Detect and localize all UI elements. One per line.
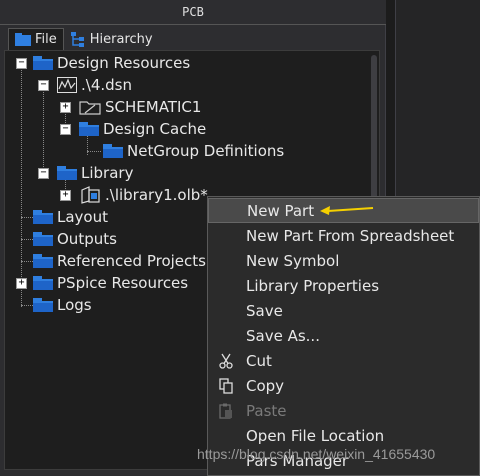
tree-item-design-resources[interactable]: Design Resources [33,52,190,74]
expand-toggle[interactable]: + [16,278,27,289]
design-file-icon [57,77,77,93]
expand-toggle[interactable]: + [60,102,71,113]
panel-tabs: File Hierarchy [8,28,159,50]
folder-icon [33,254,53,268]
title-divider [0,24,386,25]
tab-hierarchy[interactable]: Hierarchy [64,28,159,50]
tree-item-library[interactable]: Library [57,162,133,184]
collapse-toggle[interactable]: − [38,168,49,179]
collapse-toggle[interactable]: − [60,124,71,135]
context-menu: New Part New Part From Spreadsheet New S… [207,196,480,476]
menu-item-paste: Paste [208,398,479,423]
expand-toggle[interactable]: + [60,190,71,201]
library-file-icon [81,186,100,204]
tree-item-design-cache[interactable]: Design Cache [79,118,206,140]
menu-item-library-properties[interactable]: Library Properties [208,273,479,298]
menu-item-copy[interactable]: Copy [208,373,479,398]
watermark: https://blog.csdn.net/weixin_41655430 [197,446,436,462]
menu-item-new-symbol[interactable]: New Symbol [208,248,479,273]
tree-item-dsn[interactable]: .\4.dsn [57,74,132,96]
folder-icon [33,298,53,312]
menu-item-save[interactable]: Save [208,298,479,323]
tree-item-schematic[interactable]: SCHEMATIC1 [79,96,201,118]
panel-title: PCB [0,0,386,24]
schematic-folder-icon [79,101,101,115]
folder-icon [103,144,123,158]
scissors-icon [219,353,233,369]
folder-icon [15,33,31,46]
tree-item-referenced-projects[interactable]: Referenced Projects [33,250,206,272]
folder-icon [57,166,77,180]
tree-item-outputs[interactable]: Outputs [33,228,117,250]
folder-icon [33,210,53,224]
tree-item-layout[interactable]: Layout [33,206,108,228]
folder-icon [33,56,53,70]
annotation-arrow-icon [320,206,374,215]
tree-item-pspice-resources[interactable]: PSpice Resources [33,272,188,294]
menu-item-open-file-location[interactable]: Open File Location [208,423,479,448]
tree-item-logs[interactable]: Logs [33,294,92,316]
copy-icon [219,377,233,394]
tree-item-netgroup[interactable]: NetGroup Definitions [103,140,284,162]
tab-file[interactable]: File [8,28,64,50]
tree-item-library-olb[interactable]: .\library1.olb* [79,184,208,206]
folder-icon [79,122,99,136]
menu-item-save-as[interactable]: Save As... [208,323,479,348]
menu-item-new-part-from-spreadsheet[interactable]: New Part From Spreadsheet [208,223,479,248]
collapse-toggle[interactable]: − [38,80,49,91]
menu-item-cut[interactable]: Cut [208,348,479,373]
folder-icon [33,232,53,246]
collapse-toggle[interactable]: − [16,58,27,69]
folder-icon [33,276,53,290]
tab-file-label: File [35,32,57,47]
tab-hierarchy-label: Hierarchy [89,31,153,47]
paste-icon [219,403,232,419]
hierarchy-icon [70,32,84,47]
